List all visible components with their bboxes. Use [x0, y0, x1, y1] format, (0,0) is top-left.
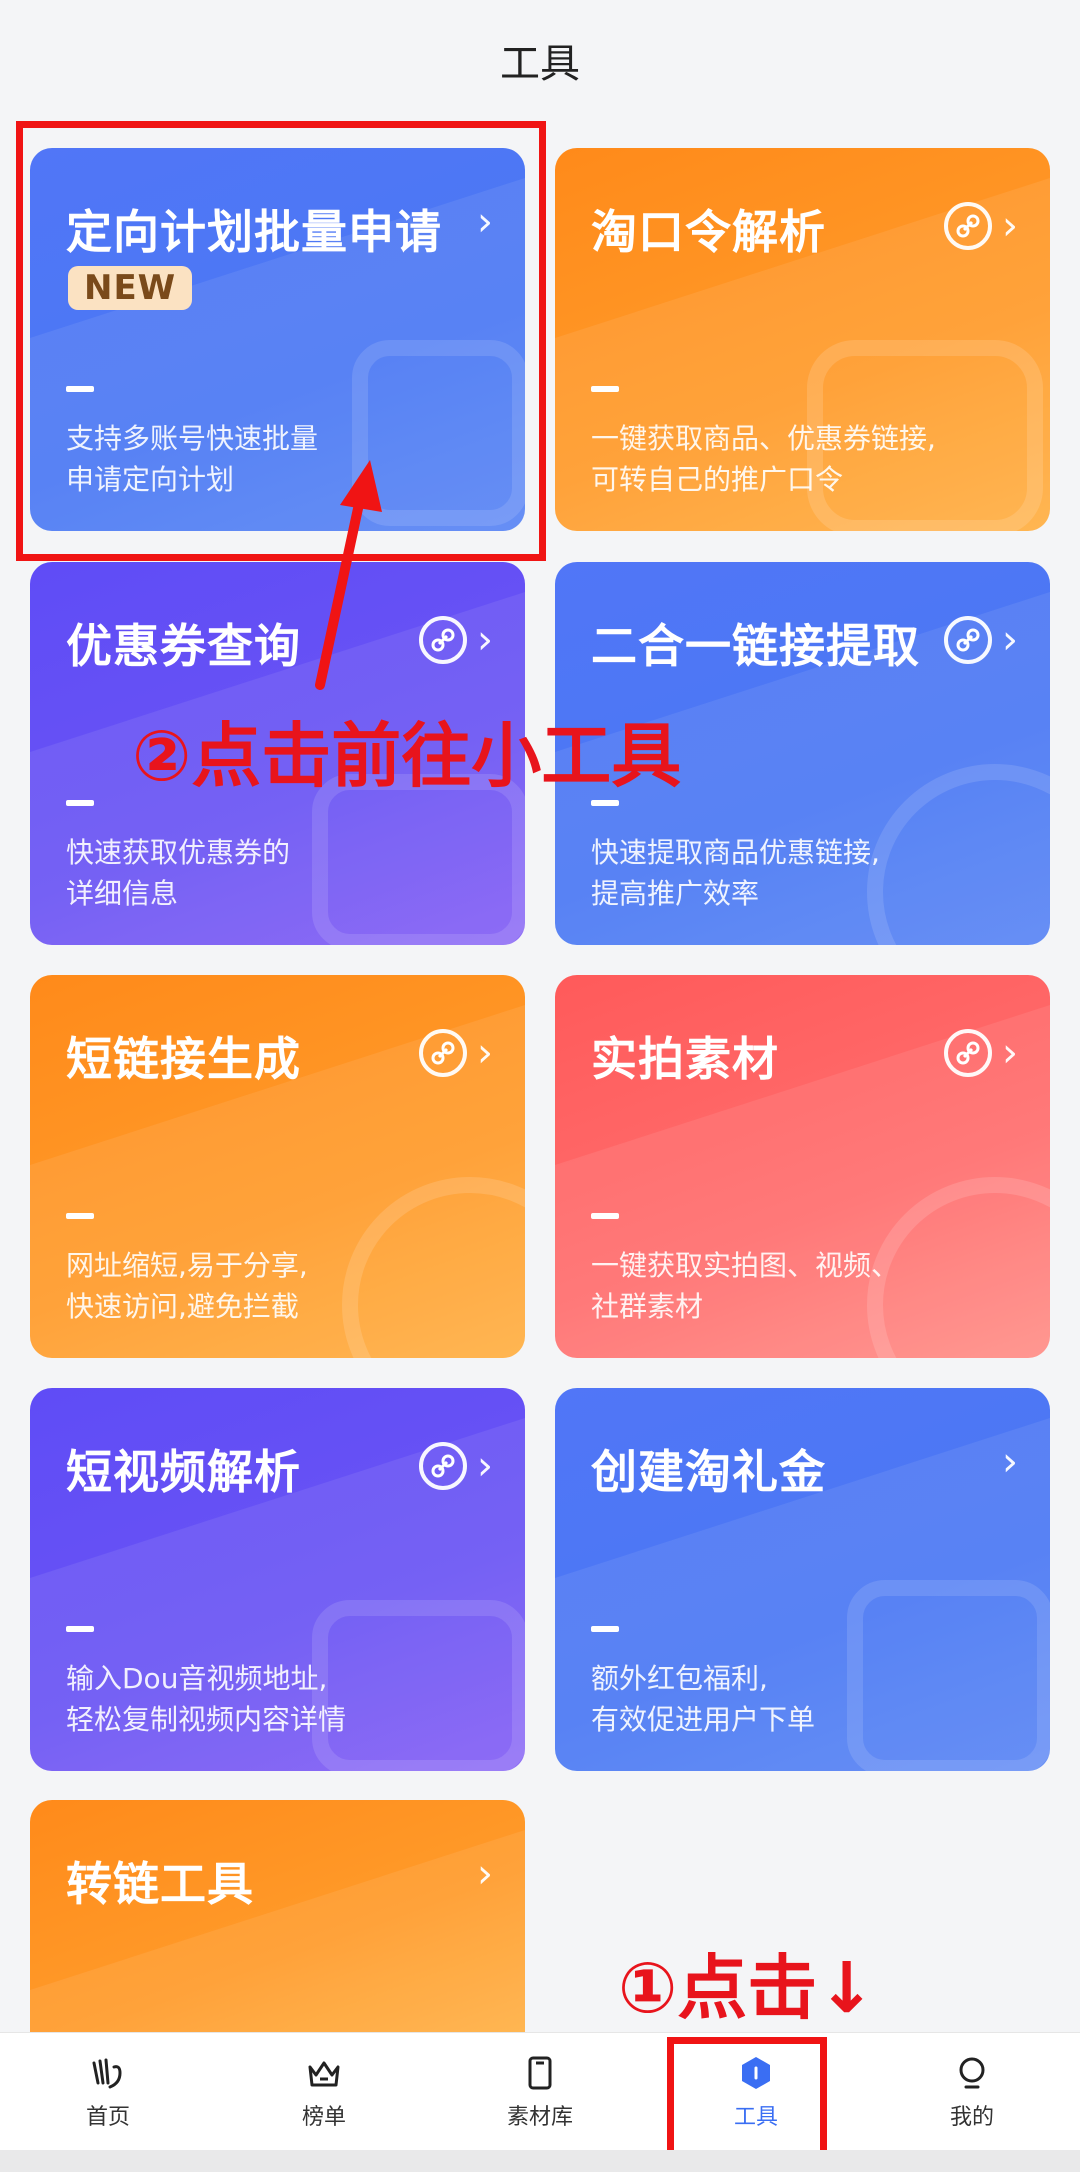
card-actions: ›	[419, 616, 493, 664]
card-create-taolijin[interactable]: 创建淘礼金 › 额外红包福利, 有效促进用户下单	[555, 1388, 1050, 1771]
card-desc-line-2: 详细信息	[66, 877, 179, 910]
card-dash	[591, 1213, 619, 1219]
chevron-right-icon: ›	[1002, 1030, 1018, 1076]
card-title: 实拍素材	[591, 1032, 779, 1086]
card-description: 额外红包福利, 有效促进用户下单	[591, 1658, 815, 1740]
card-desc-line-1: 网址缩短,易于分享,	[66, 1249, 308, 1282]
chevron-right-icon: ›	[477, 617, 493, 663]
phone-icon	[528, 2056, 552, 2089]
card-dash	[66, 800, 94, 806]
chevron-right-icon: ›	[1002, 1439, 1018, 1485]
card-desc-line-2: 轻松复制视频内容详情	[66, 1703, 347, 1736]
card-actions: ›	[419, 1029, 493, 1077]
card-title: 定向计划批量申请	[66, 205, 442, 259]
card-desc-line-1: 快速获取优惠券的	[66, 836, 291, 869]
card-dash	[66, 386, 94, 392]
card-decoration	[30, 1830, 525, 2032]
card-description: 快速获取优惠券的 详细信息	[66, 832, 290, 914]
crown-icon	[308, 2061, 340, 2086]
card-description: 输入Dou音视频地址, 轻松复制视频内容详情	[66, 1658, 346, 1740]
card-description: 网址缩短,易于分享, 快速访问,避免拦截	[66, 1245, 308, 1327]
card-short-link[interactable]: 短链接生成 › 网址缩短,易于分享, 快速访问,避免拦截	[30, 975, 525, 1358]
system-nav-strip	[0, 2150, 1080, 2172]
card-desc-line-1: 输入Dou音视频地址,	[66, 1662, 328, 1695]
link-icon	[419, 616, 467, 664]
link-icon	[419, 1442, 467, 1490]
chevron-right-icon: ›	[1002, 203, 1018, 249]
bottom-tab-bar: 首页 榜单 素材库 工具 我的	[0, 2032, 1080, 2150]
link-icon	[944, 1029, 992, 1077]
chevron-right-icon: ›	[477, 1443, 493, 1489]
tools-page: 工具 定向计划批量申请 › NEW 支持多账号快速批量 申请定向计划 淘口令解析…	[0, 0, 1080, 2172]
bulb-icon	[959, 2057, 985, 2088]
tab-label: 榜单	[301, 2104, 346, 2130]
card-title: 短视频解析	[66, 1445, 301, 1499]
card-title: 创建淘礼金	[591, 1445, 826, 1499]
tab-material[interactable]: 素材库	[432, 2033, 648, 2150]
shield-icon	[742, 2056, 770, 2089]
card-title: 二合一链接提取	[591, 619, 920, 673]
card-desc-line-2: 可转自己的推广口令	[591, 463, 844, 496]
card-actions: ›	[477, 202, 493, 242]
card-dash	[591, 1626, 619, 1632]
card-desc-line-2: 有效促进用户下单	[591, 1703, 816, 1736]
card-description: 一键获取实拍图、视频、 社群素材	[591, 1245, 899, 1327]
card-description: 支持多账号快速批量 申请定向计划	[66, 418, 318, 500]
new-badge: NEW	[68, 266, 193, 310]
chevron-right-icon: ›	[477, 1851, 493, 1897]
card-desc-line-2: 快速访问,避免拦截	[66, 1290, 299, 1323]
card-dash	[66, 1626, 94, 1632]
card-actions: ›	[419, 1442, 493, 1490]
home-icon	[92, 2058, 122, 2088]
card-desc-line-1: 一键获取商品、优惠券链接,	[591, 422, 936, 455]
link-icon	[944, 616, 992, 664]
card-desc-line-2: 提高推广效率	[591, 877, 760, 910]
page-title: 工具	[500, 41, 580, 87]
annotation-step1: ①点击↓	[618, 1947, 876, 2029]
card-description: 一键获取商品、优惠券链接, 可转自己的推广口令	[591, 418, 936, 500]
tab-home[interactable]: 首页	[0, 2033, 216, 2150]
card-title: 淘口令解析	[591, 205, 826, 259]
card-desc-line-1: 快速提取商品优惠链接,	[591, 836, 880, 869]
card-actions: ›	[944, 202, 1018, 250]
card-short-video[interactable]: 短视频解析 › 输入Dou音视频地址, 轻松复制视频内容详情	[30, 1388, 525, 1771]
card-title: 短链接生成	[66, 1032, 301, 1086]
annotation-step2: ②点击前往小工具	[132, 715, 682, 797]
card-actions: ›	[944, 1029, 1018, 1077]
card-desc-line-1: 一键获取实拍图、视频、	[591, 1249, 900, 1282]
tab-label: 首页	[85, 2104, 130, 2130]
chevron-right-icon: ›	[1002, 617, 1018, 663]
card-desc-line-1: 额外红包福利,	[591, 1662, 768, 1695]
card-desc-line-1: 支持多账号快速批量	[66, 422, 319, 455]
tab-label: 工具	[733, 2104, 778, 2130]
card-dash	[591, 386, 619, 392]
card-actions: ›	[477, 1854, 493, 1894]
chevron-right-icon: ›	[477, 199, 493, 245]
card-desc-line-2: 申请定向计划	[66, 463, 235, 496]
card-taokouling[interactable]: 淘口令解析 › 一键获取商品、优惠券链接, 可转自己的推广口令	[555, 148, 1050, 531]
link-icon	[944, 202, 992, 250]
tab-tools[interactable]: 工具	[648, 2033, 864, 2150]
card-description: 快速提取商品优惠链接, 提高推广效率	[591, 832, 880, 914]
tab-mine[interactable]: 我的	[864, 2033, 1080, 2150]
card-dash	[66, 1213, 94, 1219]
card-directional-plan[interactable]: 定向计划批量申请 › NEW 支持多账号快速批量 申请定向计划	[30, 148, 525, 531]
card-actions: ›	[944, 616, 1018, 664]
card-link-converter[interactable]: 转链工具 ›	[30, 1800, 525, 2032]
tab-label: 我的	[949, 2104, 994, 2130]
card-real-photos[interactable]: 实拍素材 › 一键获取实拍图、视频、 社群素材	[555, 975, 1050, 1358]
annotation-arrow-icon	[315, 460, 382, 690]
page-header: 工具	[0, 0, 1080, 120]
tab-label: 素材库	[506, 2104, 573, 2130]
tab-rank[interactable]: 榜单	[216, 2033, 432, 2150]
card-actions: ›	[1002, 1442, 1018, 1482]
card-title: 优惠券查询	[66, 619, 301, 673]
card-title: 转链工具	[66, 1857, 254, 1911]
chevron-right-icon: ›	[477, 1030, 493, 1076]
card-desc-line-2: 社群素材	[591, 1290, 704, 1323]
link-icon	[419, 1029, 467, 1077]
